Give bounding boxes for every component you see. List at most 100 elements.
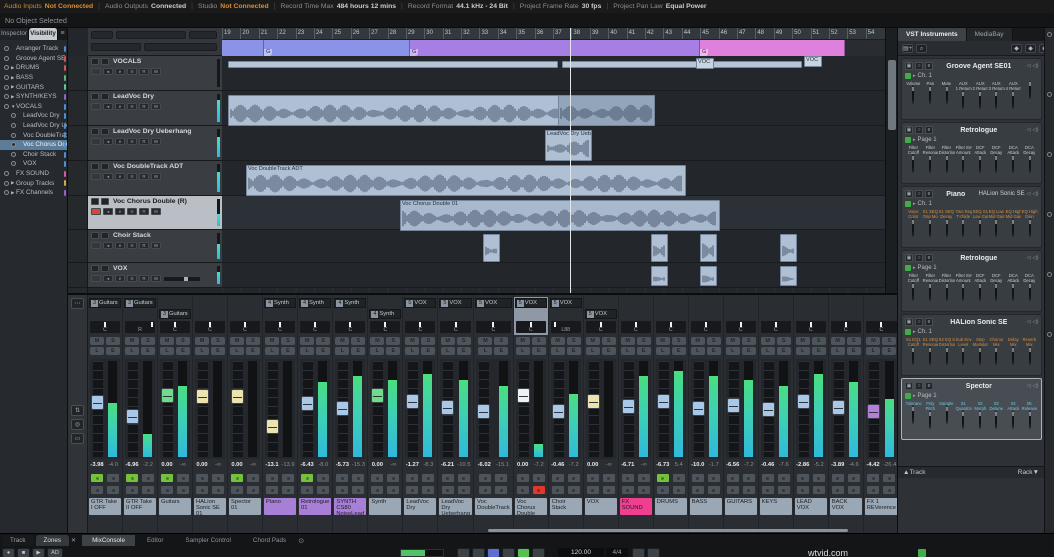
page-select-icon[interactable]: ▸	[913, 265, 916, 271]
read-automation-button[interactable]: R	[139, 103, 149, 110]
read-automation-button[interactable]: R	[139, 68, 149, 75]
quick-control[interactable]: FilterDistortion	[938, 273, 955, 301]
channel-name[interactable]: Piano	[264, 498, 296, 515]
output-icon[interactable]: ◁)	[1032, 63, 1038, 69]
monitor-button[interactable]: ◂	[103, 242, 113, 249]
insert-bypass-button[interactable]	[812, 473, 826, 483]
fader-handle[interactable]	[406, 394, 419, 409]
knob[interactable]	[962, 282, 964, 301]
knob[interactable]	[1029, 154, 1031, 173]
listen-button[interactable]: L	[300, 347, 314, 355]
tab-visibility[interactable]: Visibility	[29, 28, 58, 40]
status-item[interactable]: Record Time Max 484 hours 12 mins	[269, 3, 396, 10]
fader-value[interactable]: 0.00	[515, 462, 531, 471]
solo-button[interactable]: S	[532, 337, 546, 345]
track-header[interactable]: LeadVoc Dry Ueberhang ◂ e ≋ R W	[88, 126, 222, 161]
record-arm-button[interactable]	[672, 485, 686, 495]
edit-channel-button[interactable]: E	[141, 347, 155, 355]
output-routing[interactable]: 3 Guitars	[89, 298, 121, 308]
listen-button[interactable]: L	[160, 347, 174, 355]
knob[interactable]	[1029, 81, 1031, 99]
knob[interactable]	[1012, 218, 1014, 237]
channel-name[interactable]: Spector 01	[229, 498, 261, 515]
eq-bypass-button[interactable]	[516, 485, 530, 495]
sidebar-track-item[interactable]: ▶ BASS	[0, 73, 67, 83]
solo-button[interactable]: S	[882, 337, 896, 345]
fader-handle[interactable]	[832, 400, 845, 415]
pan-control[interactable]: C	[621, 321, 651, 333]
quick-control[interactable]: 04Attack	[1005, 401, 1022, 429]
monitor-button[interactable]: ◂	[103, 68, 113, 75]
rack-instrument[interactable]: ▣ ○ e HALion Sonic SE ◁ ◁) ▸ Ch. 1 S1 EQ…	[901, 314, 1042, 376]
channel-strip[interactable]: C M S L E	[228, 295, 263, 535]
tab-zones[interactable]: Zones	[36, 535, 70, 546]
listen-button[interactable]: L	[405, 347, 419, 355]
sidebar-track-item[interactable]: Groove Agent SE 01	[0, 54, 67, 64]
record-arm-button[interactable]	[707, 485, 721, 495]
edit-channel-button[interactable]: E	[246, 347, 260, 355]
quick-control[interactable]: StepModulation	[972, 337, 989, 365]
insert-bypass-button[interactable]	[211, 473, 225, 483]
listen-button[interactable]: L	[726, 347, 740, 355]
mute-button[interactable]: M	[551, 337, 565, 345]
mute-button[interactable]: M	[441, 337, 455, 345]
quick-control[interactable]: DCAAttack	[1005, 145, 1022, 173]
quick-control[interactable]: DCADecay	[1021, 273, 1038, 301]
audio-event[interactable]	[700, 234, 717, 262]
edit-instrument-icon[interactable]: e	[925, 62, 933, 70]
sidebar-track-item[interactable]: Choir Stack	[0, 150, 67, 160]
edit-channel-button[interactable]: e	[115, 275, 125, 282]
visibility-dot-icon[interactable]	[4, 94, 9, 99]
listen-button[interactable]: L	[551, 347, 565, 355]
visibility-dot-icon[interactable]	[4, 171, 9, 176]
quick-control[interactable]: 03Detune	[988, 401, 1005, 429]
fader-handle[interactable]	[692, 401, 705, 416]
edit-channel-button[interactable]: E	[494, 347, 508, 355]
track-zoom-control[interactable]	[144, 43, 217, 51]
monitor-button[interactable]	[478, 473, 492, 483]
record-arm-button[interactable]	[141, 485, 155, 495]
solo-button[interactable]: S	[672, 337, 686, 345]
visibility-dot-icon[interactable]	[4, 46, 9, 51]
solo-button[interactable]: S	[211, 337, 225, 345]
fader-track[interactable]	[589, 361, 599, 457]
record-arm-button[interactable]	[494, 485, 508, 495]
fader-track[interactable]	[659, 361, 669, 457]
record-arm-button[interactable]	[457, 485, 471, 495]
monitor-button[interactable]	[551, 473, 565, 483]
close-zone-icon[interactable]: ✕	[71, 537, 76, 544]
quick-control[interactable]: FilterDistortion	[938, 145, 955, 173]
audio-event[interactable]	[780, 234, 797, 262]
edit-channel-button[interactable]: E	[316, 347, 330, 355]
channel-name[interactable]: LeadVoc Dry	[404, 498, 436, 515]
instrument-active-led[interactable]	[905, 393, 911, 399]
fader-handle[interactable]	[622, 399, 635, 414]
fader-value[interactable]: -0.46	[550, 462, 566, 471]
quick-control[interactable]: DCFDecay	[988, 145, 1005, 173]
knob[interactable]	[929, 282, 931, 301]
mute-button[interactable]: M	[726, 337, 740, 345]
arranger-part[interactable]	[222, 40, 264, 56]
fader-track[interactable]	[268, 361, 278, 457]
visibility-dot-icon[interactable]	[11, 113, 16, 118]
instrument-active-led[interactable]	[905, 73, 911, 79]
quick-control[interactable]: S1 SEQOrig Mode	[922, 209, 939, 237]
insert-bypass-button[interactable]	[672, 473, 686, 483]
eq-bypass-button[interactable]	[230, 485, 244, 495]
channel-strip[interactable]: 4 Synth C M S L	[368, 295, 403, 535]
edit-channel-button[interactable]: E	[211, 347, 225, 355]
fader-value[interactable]: 0.00	[229, 462, 245, 471]
audio-event[interactable]: VOC	[696, 58, 714, 69]
monitor-button[interactable]: ◂	[103, 173, 113, 180]
rack-instrument[interactable]: ▣ ○ e Retrologue ◁ ◁) ▸ Page 1 FilterCut…	[901, 122, 1042, 184]
arranger-part[interactable]: G	[410, 40, 700, 56]
channel-name[interactable]: BACK VOX	[830, 498, 862, 515]
mute-button[interactable]	[91, 163, 99, 170]
fader-value[interactable]: -4.42	[865, 462, 882, 471]
collapse-icon[interactable]: ◁	[1027, 255, 1031, 261]
quick-control[interactable]: Sample	[938, 401, 955, 429]
record-arm-button[interactable]	[847, 485, 861, 495]
peak-value[interactable]: -∞	[636, 462, 652, 471]
knob[interactable]	[979, 410, 981, 429]
edit-channel-button[interactable]: E	[386, 347, 400, 355]
